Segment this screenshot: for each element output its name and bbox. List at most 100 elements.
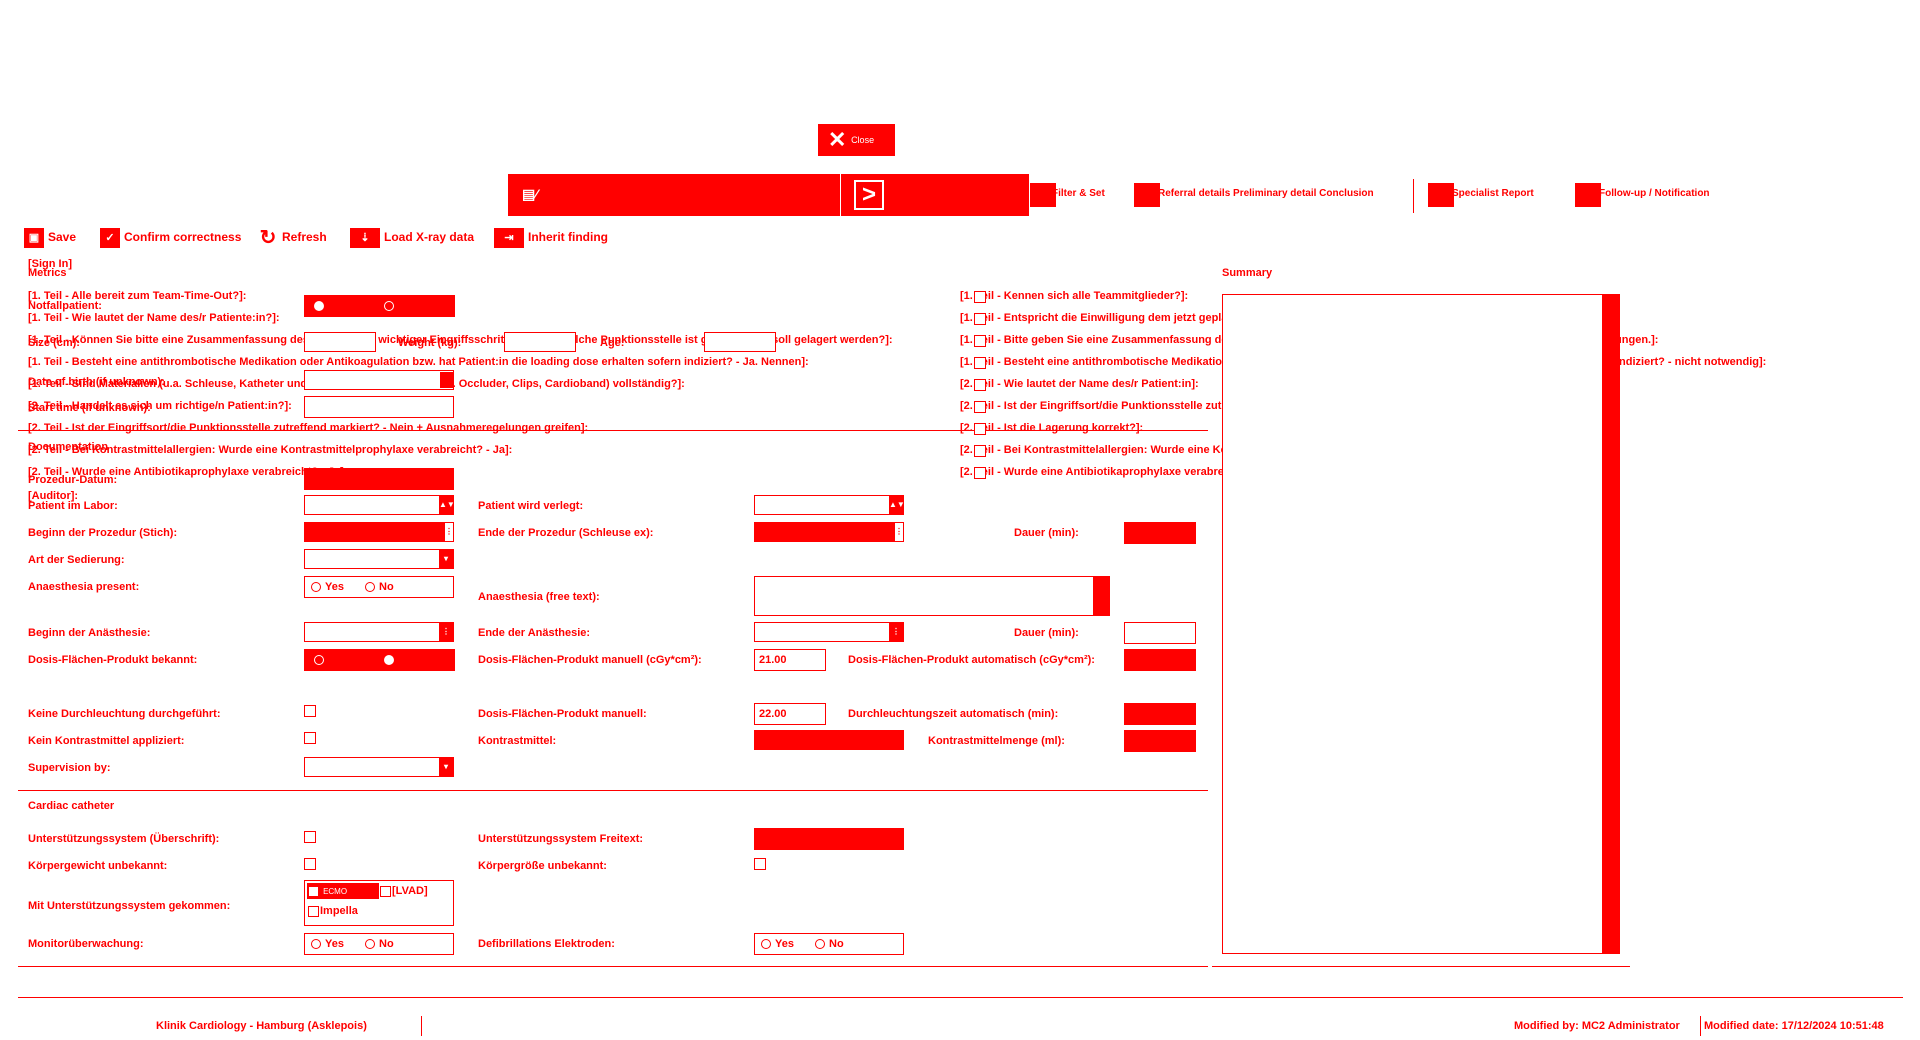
opt-impella[interactable]: Impella <box>307 903 358 919</box>
dfp-manuell-input[interactable]: 22.00 <box>754 703 826 725</box>
monitoring-yes[interactable]: Yes <box>311 938 344 950</box>
dauer1-value <box>1124 522 1196 544</box>
metrics-heading: Metrics <box>28 267 67 279</box>
right-q6-checkbox[interactable] <box>974 401 986 413</box>
tab-specialist[interactable]: Specialist Report <box>1452 188 1534 199</box>
anaesthesia-no[interactable]: No <box>365 581 394 593</box>
size-input[interactable] <box>304 332 376 352</box>
footer-modified-date: Modified date: 17/12/2024 10:51:48 <box>1704 1020 1884 1032</box>
dfp-bekannt-label: Dosis-Flächen-Produkt bekannt: <box>28 654 198 666</box>
tab-referral[interactable]: Referral details Preliminary detail Conc… <box>1158 188 1374 199</box>
close-button[interactable]: ✕ Close <box>818 124 895 156</box>
lvad-checkbox[interactable] <box>380 885 391 897</box>
defib-yes[interactable]: Yes <box>761 938 794 950</box>
right-q1-checkbox[interactable] <box>974 291 986 303</box>
koerpergewicht-checkbox[interactable] <box>304 858 316 870</box>
keine-durchleuchtung-checkbox[interactable] <box>304 705 316 717</box>
unterstuetzung-freitext-input[interactable] <box>754 828 904 850</box>
notfall-yes-radio[interactable] <box>314 301 324 311</box>
right-q8-checkbox[interactable] <box>974 445 986 457</box>
summary-scrollbar[interactable] <box>1602 295 1619 953</box>
save-button[interactable]: ▣ Save <box>24 225 76 249</box>
anaesthesia-scrollbar[interactable] <box>1093 577 1109 615</box>
right-question-7: [2. Teil - Ist die Lagerung korrekt?]: <box>960 422 1144 434</box>
patient-im-labor-select[interactable]: ▲▼ <box>304 495 455 515</box>
materials-input[interactable] <box>304 370 454 390</box>
dfp-yes-radio[interactable] <box>314 655 324 665</box>
supervision-select[interactable]: ▾ <box>304 757 454 777</box>
defib-radios[interactable]: Yes No <box>754 933 904 955</box>
close-icon: ✕ <box>828 127 847 153</box>
notfall-radio-group[interactable] <box>304 295 455 317</box>
anaesthesia-yes[interactable]: Yes <box>311 581 344 593</box>
patient-verlegt-select[interactable]: ▲▼ <box>754 495 905 515</box>
summary-textarea[interactable] <box>1222 294 1620 954</box>
right-q4-checkbox[interactable] <box>974 357 986 369</box>
mit-unterstuetzung-label: Mit Unterstützungssystem gekommen: <box>28 900 231 912</box>
opt-lvad[interactable]: [LVAD] <box>379 883 428 899</box>
dfp-no-radio[interactable] <box>384 655 394 665</box>
dfp-manuell-cgy-input[interactable]: 21.00 <box>754 649 826 671</box>
dfp-bekannt-radios[interactable] <box>304 649 455 671</box>
tab-followup[interactable]: Follow-up / Notification <box>1599 188 1710 199</box>
right-q9-checkbox[interactable] <box>974 467 986 479</box>
unterstuetzung-ueberschrift-checkbox[interactable] <box>304 831 316 843</box>
dauer1-label: Dauer (min): <box>1014 527 1079 539</box>
confirm-correctness-button[interactable]: ✓ Confirm correctness <box>100 225 241 249</box>
monitoring-label: Monitorüberwachung: <box>28 938 144 950</box>
age-label: Age: <box>600 337 625 349</box>
age-input[interactable] <box>704 332 776 352</box>
supervision-label: Supervision by: <box>28 762 111 774</box>
left-question-2: [1. Teil - Wie lautet der Name des/r Pat… <box>28 312 280 324</box>
monitoring-no[interactable]: No <box>365 938 394 950</box>
beginn-anaesthesie-label: Beginn der Anästhesie: <box>28 627 151 639</box>
topbar-search-input[interactable]: ▤⁄ <box>508 174 840 216</box>
summary-heading: Summary <box>1222 267 1273 279</box>
kein-kontrastmittel-label: Kein Kontrastmittel appliziert: <box>28 735 185 747</box>
notfall-no-radio[interactable] <box>384 301 394 311</box>
kontrastmittel-select[interactable] <box>754 730 904 750</box>
chevron-down-icon: ⋮ <box>889 623 903 641</box>
ende-prozedur-input[interactable]: ⋮ <box>754 522 904 542</box>
mit-unterstuetzung-group: ECMO [LVAD] Impella <box>304 880 454 926</box>
koerpergroesse-label: Körpergröße unbekannt: <box>478 860 607 872</box>
footer-location: Klinik Cardiology - Hamburg (Asklepois) <box>156 1020 367 1032</box>
materials-marker <box>440 372 454 388</box>
prozedur-datum-input[interactable] <box>304 468 454 490</box>
kein-kontrastmittel-checkbox[interactable] <box>304 732 316 744</box>
dauer2-input[interactable] <box>1124 622 1196 644</box>
topbar-go-button[interactable]: > <box>841 174 1029 216</box>
koerpergroesse-checkbox[interactable] <box>754 858 766 870</box>
right-q2-checkbox[interactable] <box>974 313 986 325</box>
art-sedierung-select[interactable]: ▾ <box>304 549 454 569</box>
koerpergewicht-label: Körpergewicht unbekannt: <box>28 860 168 872</box>
start-time-label: Start time (if unknown): <box>28 402 151 414</box>
ende-anaesthesie-input[interactable]: ⋮ <box>754 622 904 642</box>
patient-name-input[interactable] <box>304 396 454 418</box>
right-question-5: [2. Teil - Wie lautet der Name des/r Pat… <box>960 378 1199 390</box>
durchleuchtungszeit-label: Durchleuchtungszeit automatisch (min): <box>848 708 1059 720</box>
beginn-prozedur-input[interactable]: ⋮ <box>304 522 454 542</box>
monitoring-radios[interactable]: Yes No <box>304 933 454 955</box>
patient-verlegt-label: Patient wird verlegt: <box>478 500 584 512</box>
chevron-down-icon: ▾ <box>439 758 453 776</box>
tab-filter[interactable]: Filter & Set <box>1052 188 1105 199</box>
load-xray-button[interactable]: ⇣ Load X-ray data <box>350 225 474 249</box>
inherit-finding-button[interactable]: ⇥ Inherit finding <box>494 225 608 249</box>
right-q3-checkbox[interactable] <box>974 335 986 347</box>
anaesthesia-free-textarea[interactable] <box>754 576 1110 616</box>
impella-checkbox[interactable] <box>308 905 319 917</box>
footer-modified-by: Modified by: MC2 Administrator <box>1514 1020 1680 1032</box>
download-icon: ⇣ <box>350 227 380 248</box>
divider-bottom-left <box>18 966 1208 967</box>
patient-im-labor-label: Patient im Labor: <box>28 500 118 512</box>
right-q7-checkbox[interactable] <box>974 423 986 435</box>
right-q5-checkbox[interactable] <box>974 379 986 391</box>
anaesthesia-present-radios[interactable]: Yes No <box>304 576 454 598</box>
beginn-anaesthesie-input[interactable]: ⋮ <box>304 622 454 642</box>
weight-input[interactable] <box>504 332 576 352</box>
opt-ecmo[interactable]: ECMO <box>307 883 379 899</box>
ecmo-checkbox[interactable] <box>308 885 319 897</box>
refresh-button[interactable]: ↻ Refresh <box>258 225 327 249</box>
defib-no[interactable]: No <box>815 938 844 950</box>
